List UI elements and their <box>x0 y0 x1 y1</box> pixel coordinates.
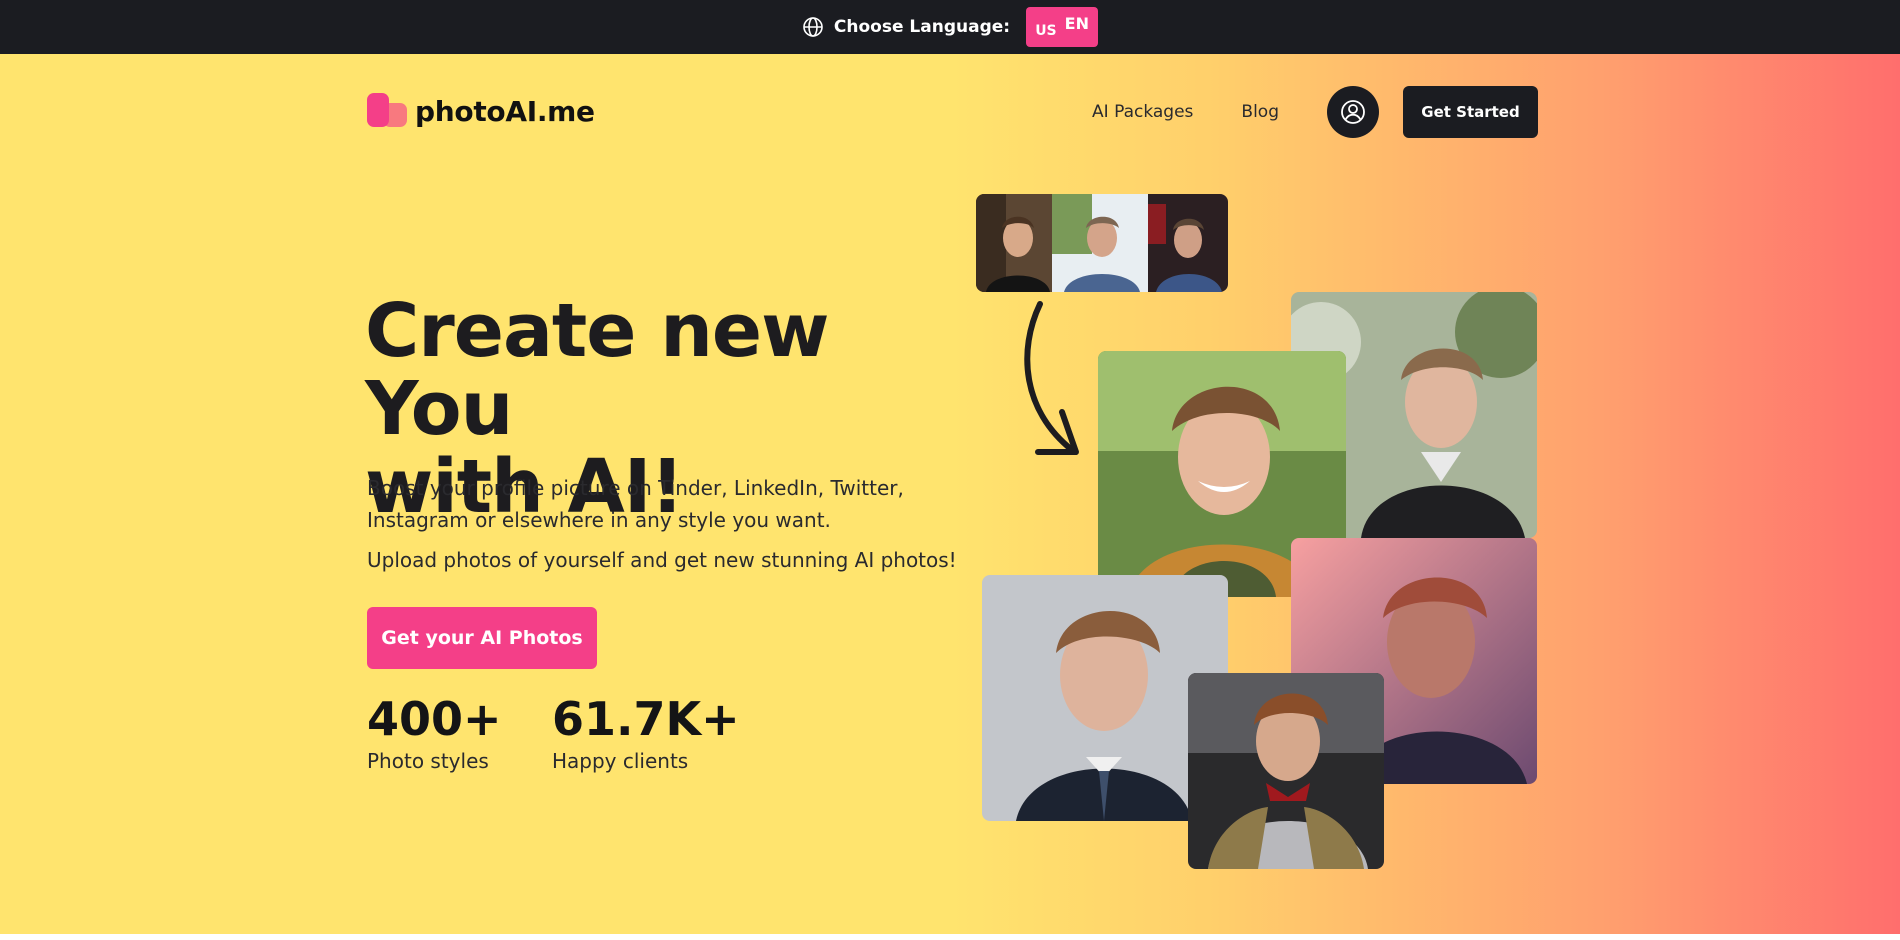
flag-us-icon: US <box>1035 23 1057 39</box>
curved-arrow-icon <box>1024 301 1079 455</box>
headline-line-1: Create new You <box>365 288 829 452</box>
logo-mark-icon <box>367 93 411 129</box>
nav-blog[interactable]: Blog <box>1241 102 1279 122</box>
language-bar: Choose Language: US EN <box>0 0 1900 54</box>
input-photo-1 <box>976 194 1056 292</box>
logo[interactable]: photoAI.me <box>367 93 595 129</box>
stat-happy-clients: 61.7K+ Happy clients <box>552 693 740 773</box>
user-circle-icon <box>1341 100 1365 124</box>
language-code: EN <box>1064 13 1089 33</box>
stat-photo-styles: 400+ Photo styles <box>367 693 502 773</box>
main-nav: AI Packages Blog Get Started <box>1092 86 1538 138</box>
globe-icon <box>802 16 824 38</box>
choose-language-label: Choose Language: <box>833 17 1011 37</box>
input-photo-3 <box>1148 194 1228 292</box>
account-button[interactable] <box>1327 86 1379 138</box>
hero-subtitle-2: Upload photos of yourself and get new st… <box>367 548 957 572</box>
stat-label: Happy clients <box>552 749 689 773</box>
nav-ai-packages[interactable]: AI Packages <box>1092 102 1193 122</box>
stat-label: Photo styles <box>367 749 489 773</box>
get-started-button[interactable]: Get Started <box>1403 86 1538 138</box>
input-photo-2 <box>1052 194 1152 292</box>
output-portrait-knight <box>1188 673 1384 869</box>
stat-value: 400+ <box>367 692 502 746</box>
get-ai-photos-button[interactable]: Get your AI Photos <box>367 607 597 669</box>
page-bottom-strip <box>0 934 1900 940</box>
stat-value: 61.7K+ <box>552 692 740 746</box>
logo-text: photoAI.me <box>415 94 595 128</box>
language-selector-button[interactable]: US EN <box>1026 7 1099 47</box>
hero-subtitle: Boost your profile picture on Tinder, Li… <box>367 476 904 532</box>
